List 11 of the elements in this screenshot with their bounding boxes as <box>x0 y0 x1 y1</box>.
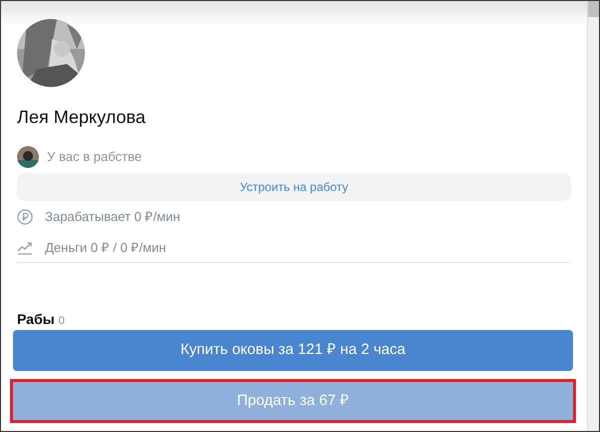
stat-text: Деньги 0 ₽ / 0 ₽/мин <box>45 238 166 257</box>
trend-icon <box>17 240 33 256</box>
slaves-count: 0 <box>58 314 65 329</box>
stat-text: Зарабатывает 0 ₽/мин <box>45 208 180 226</box>
scrollbar[interactable] <box>587 1 599 431</box>
action-button[interactable]: Купить оковы за 121 ₽ на 2 часа <box>13 330 573 371</box>
owner-label: У вас в рабстве <box>47 148 142 166</box>
profile-name: Лея Меркулова <box>17 106 147 129</box>
job-button[interactable]: Устроить на работу <box>17 173 571 201</box>
ruble-icon <box>17 209 33 225</box>
slaves-heading: Рабы <box>17 310 55 329</box>
